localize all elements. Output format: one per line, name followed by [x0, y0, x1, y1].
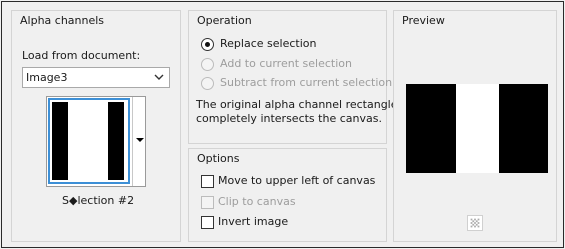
invert-image-checkbox[interactable]	[201, 216, 214, 229]
thumbnail-dropdown-button[interactable]	[132, 97, 145, 186]
operation-group: Operation Replace selection Add to curre…	[188, 10, 398, 144]
options-group: Options Move to upper left of canvas Cli…	[188, 148, 387, 242]
add-selection-label[interactable]: Add to current selection	[220, 57, 352, 70]
document-select[interactable]: Image3	[22, 67, 170, 88]
replace-selection-label[interactable]: Replace selection	[220, 37, 316, 50]
triangle-down-icon	[136, 138, 144, 142]
selection-name: S◆lection #2	[62, 194, 135, 207]
channel-thumbnail[interactable]	[48, 98, 130, 184]
operation-title: Operation	[197, 14, 252, 27]
dialog-frame: Alpha channels Load from document: Image…	[1, 1, 564, 248]
operation-message-line2: completely intersects the canvas.	[196, 112, 382, 125]
document-select-value: Image3	[26, 71, 68, 84]
add-selection-radio[interactable]	[201, 58, 214, 71]
thumbnail-black-left	[52, 102, 68, 180]
alpha-channels-group: Alpha channels Load from document: Image…	[11, 10, 181, 242]
channel-thumbnail-picker[interactable]	[46, 96, 146, 187]
subtract-selection-label[interactable]: Subtract from current selection	[220, 76, 392, 89]
thumbnail-black-right	[108, 102, 124, 180]
invert-image-label[interactable]: Invert image	[218, 215, 288, 228]
preview-group: Preview	[393, 10, 557, 242]
alpha-channels-title: Alpha channels	[20, 14, 105, 27]
subtract-selection-radio[interactable]	[201, 77, 214, 90]
checker-icon[interactable]	[467, 215, 483, 231]
load-from-document-label: Load from document:	[22, 49, 141, 62]
options-title: Options	[197, 152, 240, 165]
preview-title: Preview	[402, 14, 445, 27]
preview-white-band	[456, 84, 499, 173]
chevron-down-icon	[154, 74, 164, 80]
operation-message-line1: The original alpha channel rectangle	[196, 98, 398, 111]
move-upper-left-checkbox[interactable]	[201, 175, 214, 188]
preview-image	[406, 84, 548, 173]
radio-selected-dot	[205, 42, 210, 47]
move-upper-left-label[interactable]: Move to upper left of canvas	[218, 174, 375, 187]
replace-selection-radio[interactable]	[201, 38, 214, 51]
clip-to-canvas-label[interactable]: Clip to canvas	[218, 195, 296, 208]
clip-to-canvas-checkbox[interactable]	[201, 196, 214, 209]
